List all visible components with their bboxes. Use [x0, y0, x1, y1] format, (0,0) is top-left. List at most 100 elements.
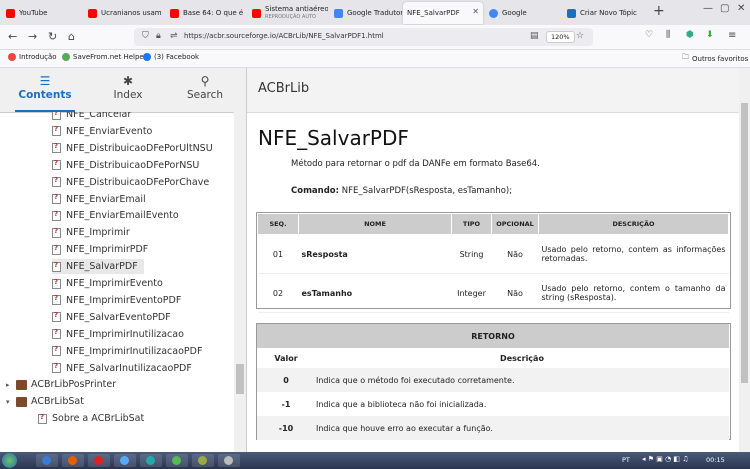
taskbar-explorer[interactable]: [36, 454, 58, 467]
taskbar-app-blue[interactable]: [114, 454, 136, 467]
expand-arrow-icon[interactable]: ▸: [6, 381, 16, 389]
tab-search[interactable]: ⚲ Search: [165, 68, 245, 112]
col-seq: SEQ.: [257, 213, 299, 235]
reload-button[interactable]: ↻: [48, 30, 57, 43]
tree-item[interactable]: ▾ ACBrLibSat: [6, 394, 84, 409]
tree-item[interactable]: NFE_EnviarEvento: [52, 124, 152, 139]
tab-google-tradutor[interactable]: Google Tradutor: [330, 2, 402, 24]
tree-item[interactable]: NFE_DistribuicaoDFePorUltNSU: [52, 141, 213, 156]
url-bar[interactable]: ⛉ 🔒︎ ⇌ https://acbr.sourceforge.io/ACBrL…: [134, 28, 593, 46]
sidebar-tabs: ☰ Contents ✱ Index ⚲ Search: [0, 68, 246, 113]
tree-item[interactable]: NFE_Cancelar: [52, 112, 131, 122]
tree-item[interactable]: NFE_ImprimirInutilizacao: [52, 327, 184, 342]
tree-item-label: ACBrLibPosPrinter: [31, 379, 117, 391]
tree-item[interactable]: NFE_EnviarEmailEvento: [52, 208, 179, 223]
bookmark-facebook[interactable]: (3) Facebook: [143, 53, 199, 61]
tree-item-label: NFE_DistribuicaoDFePorUltNSU: [66, 142, 213, 154]
clock[interactable]: 00:15: [706, 456, 725, 464]
tab-google[interactable]: Google: [485, 2, 561, 24]
sidebar-scrollbar[interactable]: [234, 112, 246, 452]
tree-item[interactable]: NFE_EnviarEmail: [52, 192, 146, 207]
tree-item[interactable]: NFE_Imprimir: [52, 225, 130, 240]
help-page-icon: [52, 227, 61, 238]
tree-item[interactable]: NFE_ImprimirInutilizacaoPDF: [52, 344, 202, 359]
zoom-level[interactable]: 120%: [546, 31, 575, 43]
col-valor: Valor: [274, 353, 298, 363]
help-page-icon: [52, 210, 61, 221]
sidebar-scroll-thumb[interactable]: [236, 364, 244, 394]
language-indicator[interactable]: PT: [622, 456, 630, 464]
library-icon[interactable]: ⫼: [666, 30, 670, 40]
col-opcional: OPCIONAL: [491, 213, 539, 235]
expand-arrow-icon[interactable]: ▾: [6, 398, 16, 406]
explorer-icon: [42, 456, 51, 465]
tray-icons[interactable]: ◂ ⚑ ▣ ◔ ◧ ♫: [642, 455, 689, 463]
col-tipo: TIPO: [451, 213, 492, 235]
forward-button[interactable]: →: [28, 30, 37, 43]
tree-item[interactable]: NFE_ImprimirPDF: [52, 242, 148, 257]
youtube-icon: [252, 8, 261, 18]
bookmark-introducao[interactable]: Introdução: [8, 53, 57, 61]
url-text[interactable]: https://acbr.sourceforge.io/ACBrLib/NFE_…: [184, 32, 384, 40]
tree-item-label: NFE_ImprimirEventoPDF: [66, 294, 182, 306]
tree-item[interactable]: NFE_ImprimirEvento: [52, 276, 163, 291]
minimize-button[interactable]: —: [703, 3, 713, 14]
tab-nfe-salvarpdf[interactable]: NFE_SalvarPDF ✕: [403, 2, 483, 24]
retorno-table: RETORNO Valor Descrição 0 Indica que o m…: [257, 324, 729, 440]
home-button[interactable]: ⌂: [68, 30, 75, 43]
back-button[interactable]: ←: [8, 30, 17, 43]
help-page-icon: [52, 142, 61, 154]
taskbar-app-teal[interactable]: [140, 454, 162, 467]
content-scrollbar[interactable]: [739, 68, 750, 452]
bookmark-savefrom[interactable]: SaveFrom.net Helper: [62, 53, 147, 61]
taskbar-app-gray[interactable]: [218, 454, 240, 467]
facebook-icon: [143, 53, 151, 61]
extension-icon[interactable]: ⬢: [686, 30, 694, 40]
start-button[interactable]: [2, 453, 17, 468]
tab-strip: YouTube Ucranianos usam Base 64: O que é…: [0, 0, 750, 25]
new-tab-button[interactable]: +: [653, 3, 665, 19]
shield-icon[interactable]: ⛉: [142, 31, 149, 41]
permissions-icon[interactable]: ⇌: [170, 31, 178, 41]
tree-item-label: NFE_EnviarEmailEvento: [66, 210, 179, 222]
lock-icon[interactable]: 🔒︎: [156, 31, 161, 41]
tree-item[interactable]: NFE_DistribuicaoDFePorChave: [52, 175, 209, 190]
tree-item[interactable]: NFE_DistribuicaoDFePorNSU: [52, 158, 199, 173]
asterisk-icon: ✱: [122, 74, 134, 88]
tab-contents[interactable]: ☰ Contents: [5, 68, 85, 112]
tree-item-label: NFE_EnviarEvento: [66, 125, 153, 137]
tab-youtube[interactable]: YouTube: [2, 2, 82, 24]
download-icon[interactable]: ⬇: [706, 30, 714, 40]
taskbar-app-red[interactable]: [88, 454, 110, 467]
tab-ucranianos[interactable]: Ucranianos usam: [84, 2, 164, 24]
taskbar-app-olive[interactable]: [192, 454, 214, 467]
content-scroll-thumb[interactable]: [741, 103, 748, 383]
tab-criar-novo-topico[interactable]: Criar Novo Tópic: [563, 2, 649, 24]
tree-item[interactable]: Sobre a ACBrLibSat: [38, 411, 144, 426]
menu-icon[interactable]: ≡: [728, 30, 736, 41]
help-sidebar: ☰Contents ✱Index ⚲Search NFE_Cancelar NFE…: [0, 68, 247, 452]
tab-sistema[interactable]: Sistema antiaéreo REPRODUÇÃO AUTO: [248, 2, 328, 24]
tree-item[interactable]: NFE_SalvarEventoPDF: [52, 310, 171, 325]
reader-view-icon[interactable]: ▤: [530, 31, 539, 41]
tree-item-label: Sobre a ACBrLibSat: [52, 413, 145, 425]
tree-item[interactable]: NFE_SalvarInutilizacaoPDF: [52, 361, 192, 376]
tree-item[interactable]: NFE_ImprimirEventoPDF: [52, 293, 181, 308]
tab-index[interactable]: ✱ Index: [88, 68, 168, 112]
help-page-icon: [52, 278, 61, 289]
taskbar-app-green[interactable]: [166, 454, 188, 467]
pocket-icon[interactable]: ♡: [645, 30, 653, 40]
tree-item[interactable]: NFE_SalvarPDF: [52, 259, 144, 275]
maximize-button[interactable]: ▢: [720, 3, 729, 14]
method-description: Método para retornar o pdf da DANFe em f…: [291, 159, 540, 169]
other-bookmarks[interactable]: 🗀︎ Outros favoritos: [682, 53, 748, 64]
taskbar-firefox[interactable]: [62, 454, 84, 467]
close-window-button[interactable]: ✕: [737, 3, 745, 14]
translate-icon: [334, 8, 343, 18]
google-icon: [489, 8, 498, 18]
firefox-icon: [68, 456, 77, 465]
tab-base64[interactable]: Base 64: O que é: [166, 2, 246, 24]
bookmark-star-icon[interactable]: ☆: [576, 31, 584, 41]
close-tab-icon[interactable]: ✕: [472, 7, 479, 16]
tree-item[interactable]: ▸ ACBrLibPosPrinter: [6, 377, 116, 392]
